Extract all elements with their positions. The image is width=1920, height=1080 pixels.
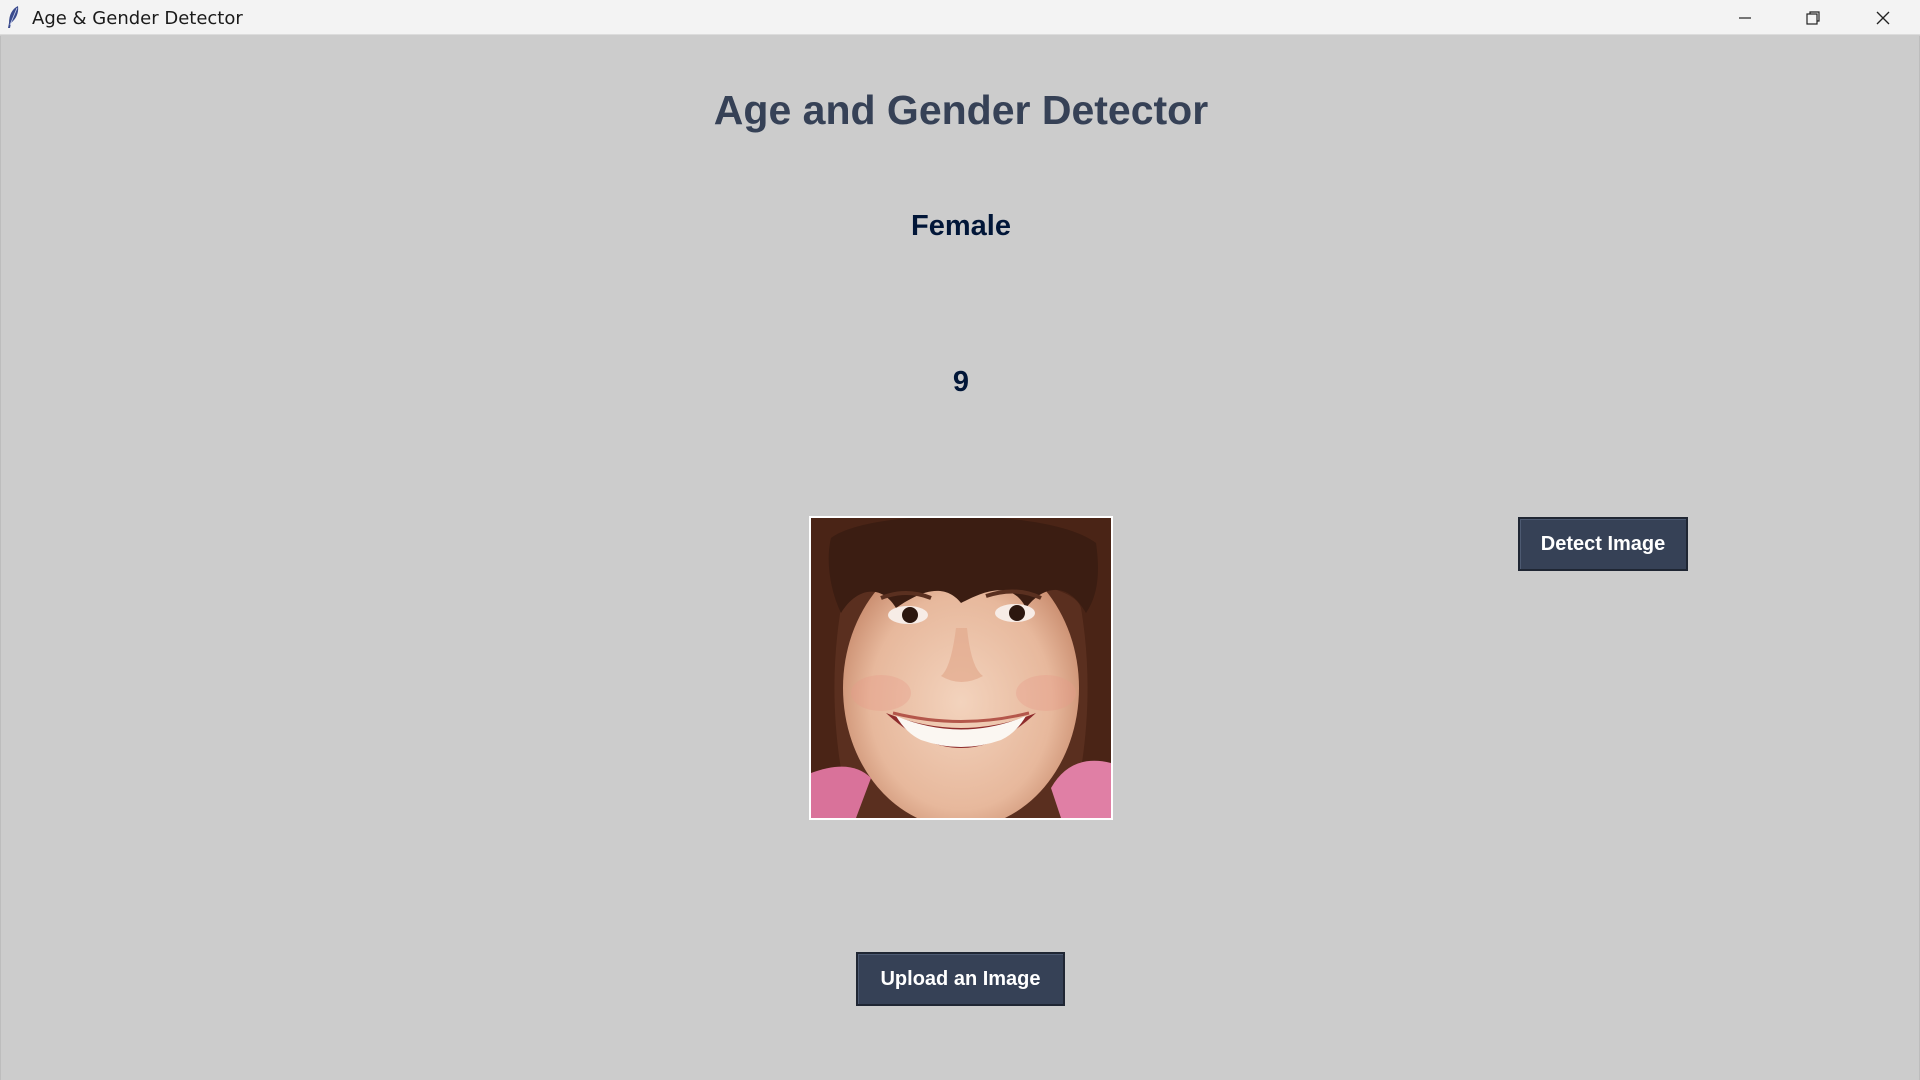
uploaded-image-preview: [809, 516, 1113, 820]
upload-image-button[interactable]: Upload an Image: [856, 952, 1065, 1006]
close-icon: [1876, 11, 1890, 24]
window-title: Age & Gender Detector: [32, 8, 243, 29]
window-titlebar: Age & Gender Detector: [0, 0, 1920, 35]
restore-button[interactable]: [1778, 0, 1848, 35]
age-result-label: 9: [952, 366, 970, 398]
face-photo: [811, 518, 1111, 818]
feather-icon: [8, 6, 19, 28]
minimize-icon: [1739, 16, 1751, 19]
minimize-button[interactable]: [1710, 0, 1780, 35]
close-button[interactable]: [1848, 0, 1918, 35]
app-window-content: Age and Gender Detector Female 9 Detect …: [0, 36, 1920, 1080]
page-title: Age and Gender Detector: [713, 87, 1209, 133]
restore-icon: [1806, 10, 1820, 25]
detect-image-button[interactable]: Detect Image: [1518, 517, 1688, 571]
gender-result-label: Female: [911, 210, 1011, 242]
